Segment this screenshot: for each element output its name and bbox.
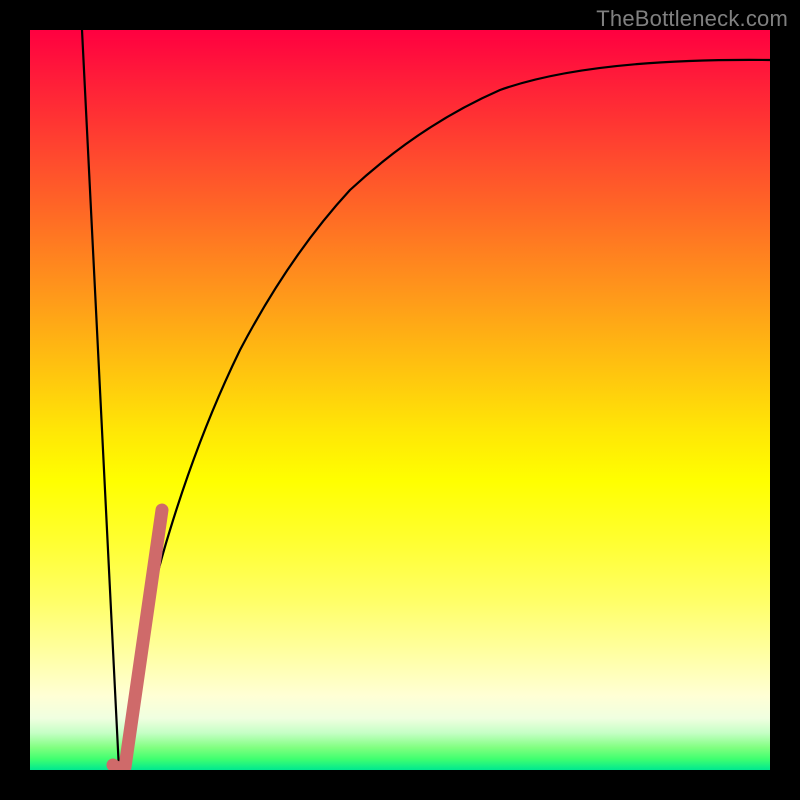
watermark-text: TheBottleneck.com bbox=[596, 6, 788, 32]
curve-layer bbox=[30, 30, 770, 770]
plot-area bbox=[30, 30, 770, 770]
chart-frame: TheBottleneck.com bbox=[0, 0, 800, 800]
red-highlight bbox=[113, 510, 162, 768]
black-curve bbox=[82, 30, 770, 770]
